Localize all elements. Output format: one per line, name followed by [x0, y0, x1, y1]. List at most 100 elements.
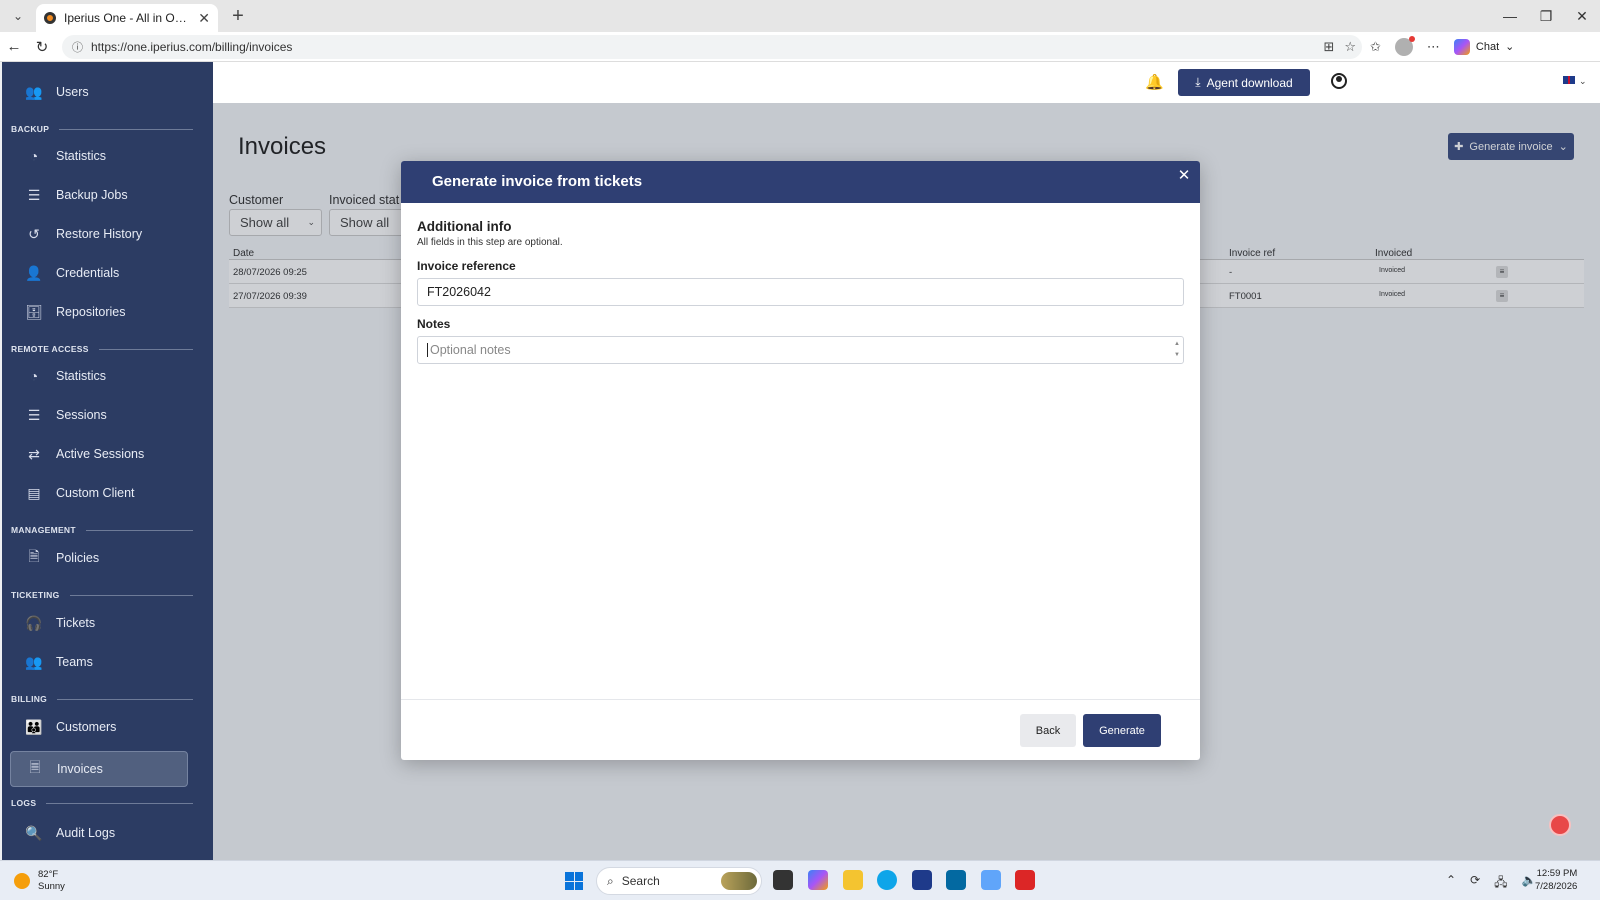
windows-start-icon[interactable]: [565, 872, 583, 890]
weather-condition: Sunny: [38, 881, 65, 892]
network-icon[interactable]: 🖧: [1494, 873, 1507, 894]
sidebar-item-remote-statistics[interactable]: ◔ Statistics: [10, 358, 188, 394]
section-remote-access: REMOTE ACCESS: [11, 344, 193, 354]
chat-label: Chat: [1475, 40, 1500, 53]
textarea-scroll-arrows[interactable]: ▲ ▼: [1174, 339, 1180, 361]
chat-button[interactable]: Chat ⌄: [1453, 38, 1514, 55]
invoice-icon: 🗏: [29, 759, 41, 775]
top-header: 🔔 ⤓ Agent download ⌄: [213, 62, 1600, 103]
browser-tab[interactable]: Iperius One - All in One RMM Suite ✕: [36, 4, 218, 32]
back-button[interactable]: Back: [1020, 714, 1076, 747]
history-icon: ↺: [28, 225, 40, 242]
windows-taskbar: 82°F Sunny ⌕ Search ⌃ ⟳ 🖧 🔈 12:59 PM 7/2…: [0, 860, 1600, 900]
uk-flag-icon: [1563, 76, 1575, 84]
system-tray: ⌃ ⟳ 🖧 🔈: [1446, 873, 1536, 894]
site-favicon-icon: [44, 12, 56, 24]
modal-header: Generate invoice from tickets ✕: [401, 161, 1200, 203]
store-icon[interactable]: [912, 870, 932, 890]
sidebar-item-policies[interactable]: 🗎 Policies: [10, 540, 188, 576]
help-chat-bubble[interactable]: [1549, 814, 1571, 836]
sidebar-item-users[interactable]: 👥 Users: [10, 74, 188, 110]
sidebar-item-sessions[interactable]: ☰ Sessions: [10, 397, 188, 433]
customers-icon: 👪: [25, 718, 43, 735]
invoice-reference-label: Invoice reference: [417, 259, 516, 273]
notepad-icon[interactable]: [981, 870, 1001, 890]
search-icon: ⌕: [607, 873, 614, 888]
sidebar-item-credentials[interactable]: 👤 Credentials: [10, 255, 188, 291]
document-icon: 🗎: [28, 548, 40, 564]
section-billing: BILLING: [11, 694, 193, 704]
modal-close-icon[interactable]: ✕: [1176, 168, 1192, 184]
generate-button[interactable]: Generate: [1083, 714, 1161, 747]
pdf-app-icon[interactable]: [1015, 870, 1035, 890]
section-backup: BACKUP: [11, 124, 193, 134]
notes-textarea[interactable]: Optional notes ▲ ▼: [417, 336, 1184, 364]
sidebar-item-invoices[interactable]: 🗏 Invoices: [10, 751, 188, 787]
window-icon: ▤: [27, 484, 41, 501]
more-menu-icon[interactable]: ⋯: [1427, 39, 1440, 55]
chevron-down-icon: ⌄: [1579, 76, 1587, 86]
text-caret: [427, 343, 428, 357]
url-text: https://one.iperius.com/billing/invoices: [91, 39, 293, 54]
modal-title: Generate invoice from tickets: [432, 173, 643, 190]
sidebar-item-teams[interactable]: 👥 Teams: [10, 644, 188, 680]
search-highlight-image: [721, 872, 757, 890]
new-tab-icon[interactable]: +: [226, 5, 250, 28]
restore-icon[interactable]: ❐: [1528, 0, 1564, 32]
sidebar-item-repositories[interactable]: 🗄 Repositories: [10, 294, 188, 330]
weather-widget[interactable]: 82°F Sunny: [14, 869, 65, 893]
agent-download-button[interactable]: ⤓ Agent download: [1178, 69, 1310, 96]
tab-list-chevron-icon[interactable]: ⌄: [4, 2, 32, 30]
team-icon: 👥: [25, 653, 43, 670]
copilot-app-icon[interactable]: [808, 870, 828, 890]
language-selector[interactable]: ⌄: [1563, 76, 1587, 87]
outlook-icon[interactable]: [946, 870, 966, 890]
sidebar-item-restore-history[interactable]: ↺ Restore History: [10, 216, 188, 252]
profile-avatar[interactable]: [1394, 35, 1415, 56]
list-icon: ☰: [27, 186, 41, 203]
arrows-icon: ⇄: [28, 445, 40, 462]
pie-chart-icon: ◔: [29, 368, 39, 384]
edge-browser-icon[interactable]: [877, 870, 897, 890]
sync-icon[interactable]: ⟳: [1470, 873, 1480, 894]
app-install-icon[interactable]: ⊞: [1323, 39, 1334, 55]
sidebar-item-tickets[interactable]: 🎧 Tickets: [10, 605, 188, 641]
minimize-icon[interactable]: —: [1492, 0, 1528, 32]
reload-icon[interactable]: ↻: [28, 38, 56, 56]
users-icon: 👥: [25, 83, 43, 100]
step-subtitle: All fields in this step are optional.: [417, 237, 563, 248]
tray-chevron-up-icon[interactable]: ⌃: [1446, 873, 1456, 894]
repository-icon: 🗄: [25, 303, 43, 320]
taskbar-search[interactable]: ⌕ Search: [596, 867, 762, 895]
sidebar-item-backup-statistics[interactable]: ◔ Statistics: [10, 138, 188, 174]
notifications-bell-icon[interactable]: 🔔: [1145, 73, 1164, 91]
sidebar-item-custom-client[interactable]: ▤ Custom Client: [10, 475, 188, 511]
site-info-icon[interactable]: ⓘ: [72, 39, 83, 55]
section-ticketing: TICKETING: [11, 590, 193, 600]
url-field[interactable]: ⓘ https://one.iperius.com/billing/invoic…: [62, 34, 1362, 59]
sun-icon: [14, 873, 30, 889]
section-management: MANAGEMENT: [11, 525, 193, 535]
sidebar-item-customers[interactable]: 👪 Customers: [10, 709, 188, 745]
user-account-icon[interactable]: [1331, 73, 1347, 89]
generate-invoice-modal: Generate invoice from tickets ✕ Addition…: [401, 161, 1200, 760]
address-bar: ← ↻ ⓘ https://one.iperius.com/billing/in…: [0, 32, 1600, 62]
favorite-star-icon[interactable]: ☆: [1344, 39, 1356, 55]
back-arrow-icon[interactable]: ←: [0, 38, 28, 55]
step-title: Additional info: [417, 219, 512, 234]
taskbar-clock[interactable]: 12:59 PM 7/28/2026: [1535, 867, 1577, 893]
window-close-icon[interactable]: ✕: [1564, 0, 1600, 32]
sidebar-item-backup-jobs[interactable]: ☰ Backup Jobs: [10, 177, 188, 213]
section-logs: LOGS: [11, 798, 193, 808]
temperature: 82°F: [38, 869, 59, 880]
copilot-icon: [1453, 38, 1470, 55]
sidebar-item-active-sessions[interactable]: ⇄ Active Sessions: [10, 436, 188, 472]
file-explorer-icon[interactable]: [843, 870, 863, 890]
search-doc-icon: 🔍: [25, 824, 43, 841]
favorites-icon[interactable]: ✩: [1370, 39, 1381, 55]
sidebar-item-audit-logs[interactable]: 🔍 Audit Logs: [10, 815, 188, 851]
invoice-reference-input[interactable]: FT2026042: [417, 278, 1184, 306]
modal-footer: Back Generate: [401, 699, 1200, 760]
task-view-icon[interactable]: [773, 870, 793, 890]
tab-close-icon[interactable]: ✕: [198, 10, 210, 27]
